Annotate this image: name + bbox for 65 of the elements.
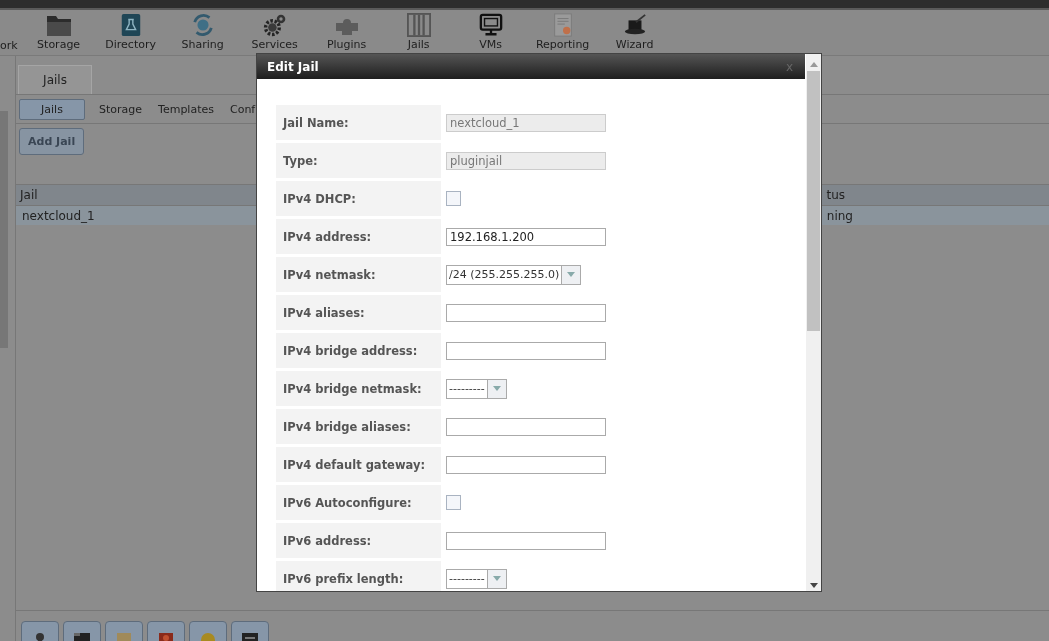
box-icon (116, 632, 132, 641)
checkbox[interactable] (446, 191, 461, 206)
toolbar-item[interactable]: ork (0, 10, 23, 52)
app-button[interactable] (147, 621, 185, 641)
column-header[interactable]: Jail (20, 188, 38, 202)
column-header[interactable]: tus (826, 188, 845, 202)
toolbar-item[interactable]: VMs (454, 10, 527, 51)
dropdown[interactable]: --------- (446, 378, 507, 399)
field-label: IPv6 prefix length: (276, 561, 441, 591)
field-label: IPv6 address: (276, 523, 441, 558)
toolbar-item[interactable]: Directory (94, 10, 167, 51)
sub-tab[interactable]: Templates (150, 98, 222, 120)
scrollbar[interactable] (806, 54, 821, 591)
toolbar-item[interactable]: Storage (22, 10, 95, 51)
caret-icon (492, 386, 501, 391)
scroll-thumb[interactable] (807, 71, 820, 331)
jail-bars-icon (405, 13, 432, 37)
table-cell: ning (826, 208, 853, 223)
scroll-down-icon (809, 583, 818, 588)
caret-icon (492, 576, 501, 581)
dialog-title: Edit Jail (267, 59, 319, 74)
text-field[interactable]: 192.168.1.200 (446, 227, 606, 246)
dropdown[interactable]: --------- (446, 568, 507, 589)
book-icon (119, 13, 142, 37)
text-field[interactable] (446, 455, 606, 474)
text-field[interactable] (446, 417, 606, 436)
text-field[interactable] (446, 303, 606, 322)
tab[interactable]: Jails (18, 65, 92, 94)
field-label: IPv4 bridge netmask: (276, 371, 441, 406)
toolbar-item[interactable]: Services (238, 10, 311, 51)
app-button[interactable] (21, 621, 59, 641)
toolbar-item[interactable]: Wizard (598, 10, 671, 51)
field-label: Jail Name: (276, 105, 441, 140)
field-label: IPv4 netmask: (276, 257, 441, 292)
smiley-icon (200, 632, 216, 641)
monitor-icon (477, 13, 504, 37)
field-label: IPv6 Autoconfigure: (276, 485, 441, 520)
sub-tab[interactable]: Jails (19, 98, 85, 120)
chip-icon (241, 632, 259, 641)
add-jail-button[interactable]: Add Jail (19, 128, 85, 155)
app-button[interactable] (231, 621, 269, 641)
toolbar-item[interactable]: Plugins (310, 10, 383, 51)
scroll-up-icon (809, 62, 818, 67)
field-label: IPv4 DHCP: (276, 181, 441, 216)
field-label: Type: (276, 143, 441, 178)
field-label: IPv4 bridge address: (276, 333, 441, 368)
folder-icon (45, 13, 72, 37)
field-label: IPv4 default gateway: (276, 447, 441, 482)
report-icon (551, 13, 574, 37)
toolbar-item[interactable]: Sharing (166, 10, 239, 51)
app-button[interactable] (63, 621, 101, 641)
field-label: IPv4 aliases: (276, 295, 441, 330)
sub-tab[interactable]: Storage (91, 98, 151, 120)
field-label: IPv4 address: (276, 219, 441, 254)
folder-icon (73, 632, 91, 641)
text-field[interactable] (446, 341, 606, 360)
alert-icon (158, 632, 174, 641)
toolbar-item[interactable]: Jails (382, 10, 455, 51)
dropdown[interactable]: /24 (255.255.255.0) (446, 264, 582, 285)
text-field[interactable] (446, 531, 606, 550)
field-label: IPv4 bridge aliases: (276, 409, 441, 444)
caret-icon (567, 272, 576, 277)
checkbox[interactable] (446, 495, 461, 510)
table-cell: nextcloud_1 (22, 208, 95, 223)
toolbar-item[interactable]: Reporting (526, 10, 599, 51)
